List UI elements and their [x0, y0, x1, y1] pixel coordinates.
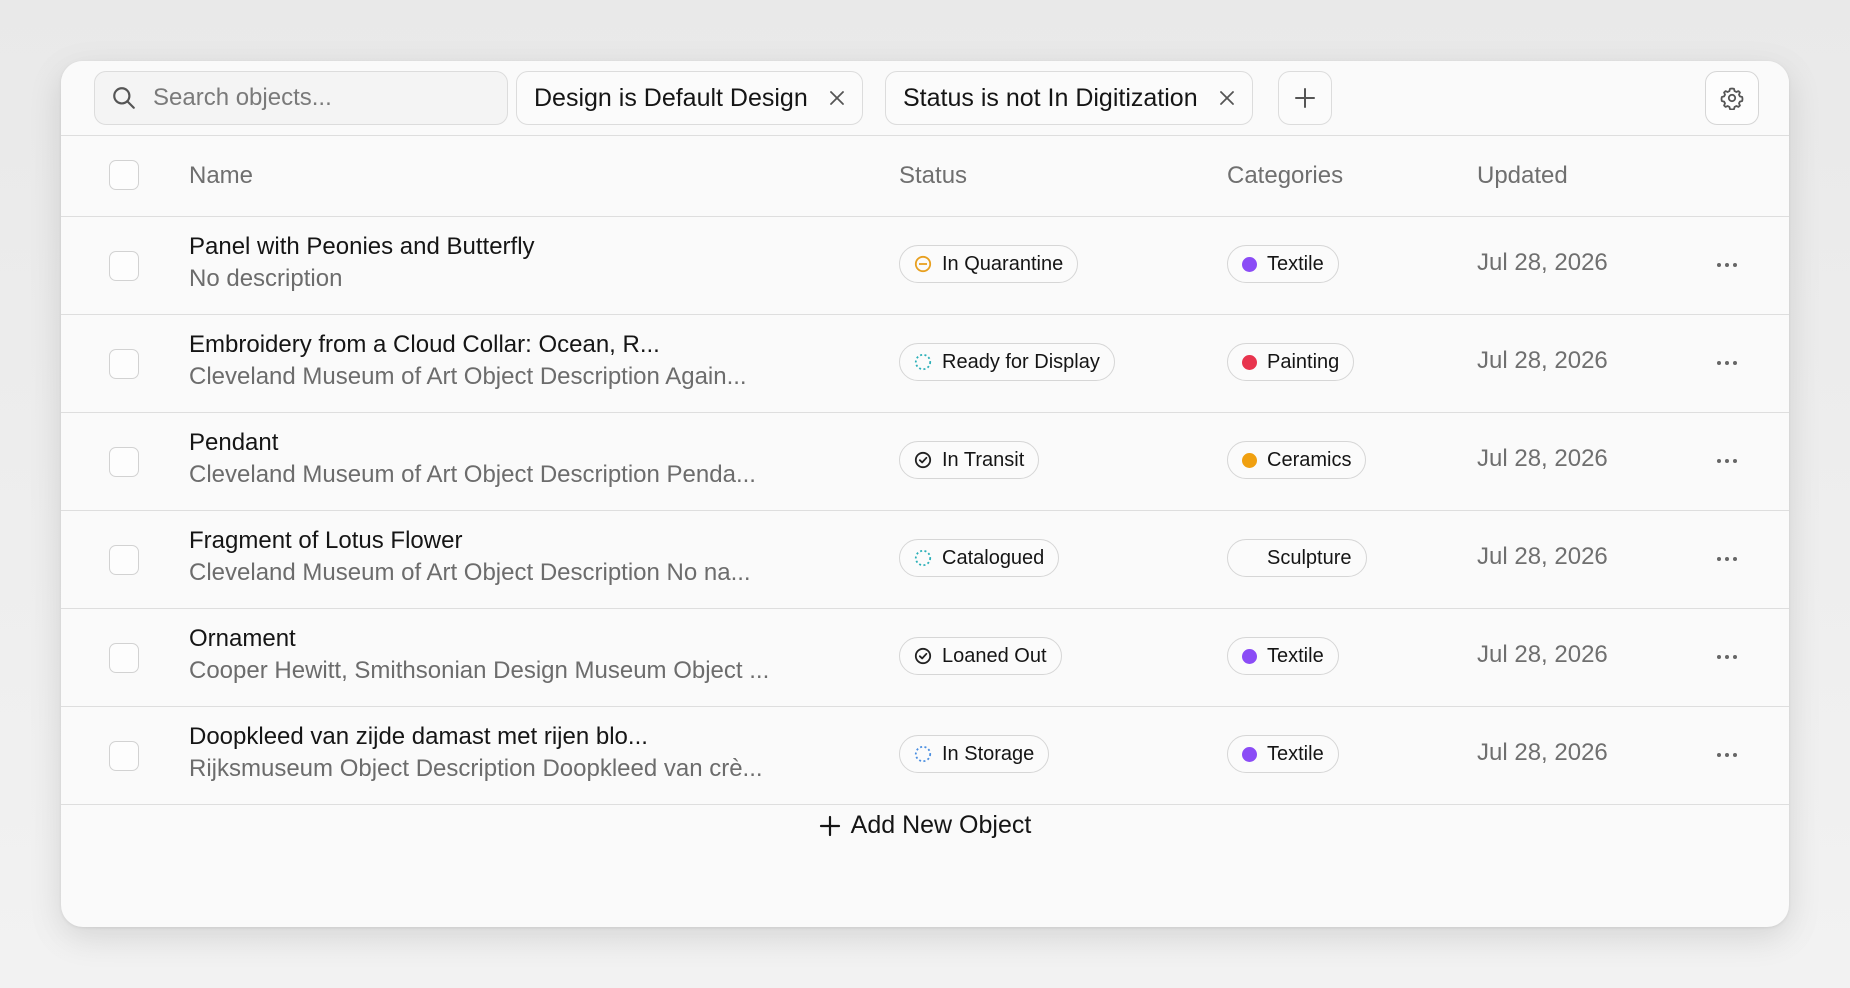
add-new-object-button[interactable]: Add New Object	[819, 811, 1032, 840]
plus-icon	[1295, 88, 1315, 108]
updated-date: Jul 28, 2026	[1477, 445, 1608, 472]
column-header-status[interactable]: Status	[899, 162, 967, 190]
status-label: In Transit	[942, 448, 1025, 471]
table-row[interactable]: Doopkleed van zijde damast met rijen blo…	[61, 707, 1789, 805]
category-color-dot	[1242, 354, 1257, 370]
updated-date: Jul 28, 2026	[1477, 543, 1608, 570]
search-input[interactable]	[151, 83, 485, 113]
updated-date: Jul 28, 2026	[1477, 249, 1608, 276]
column-header-updated[interactable]: Updated	[1477, 162, 1568, 190]
category-label: Sculpture	[1267, 546, 1352, 569]
status-label: Ready for Display	[942, 350, 1100, 373]
column-header-name[interactable]: Name	[189, 162, 253, 190]
more-options-icon[interactable]	[1715, 351, 1739, 375]
status-label: In Storage	[942, 742, 1035, 765]
status-label: Loaned Out	[942, 644, 1047, 667]
category-label: Ceramics	[1267, 448, 1352, 471]
search-box[interactable]	[94, 71, 508, 125]
table-row[interactable]: Panel with Peonies and Butterfly No desc…	[61, 217, 1789, 315]
status-badge[interactable]: In Transit	[899, 441, 1040, 479]
status-badge[interactable]: Catalogued	[899, 539, 1060, 577]
column-header-categories[interactable]: Categories	[1227, 162, 1343, 190]
add-object-row: Add New Object	[61, 811, 1789, 840]
status-badge[interactable]: Ready for Display	[899, 343, 1115, 381]
category-color-dot	[1242, 648, 1257, 664]
object-description: Cleveland Museum of Art Object Descripti…	[189, 363, 747, 390]
table-row[interactable]: Fragment of Lotus Flower Cleveland Museu…	[61, 511, 1789, 609]
object-title[interactable]: Doopkleed van zijde damast met rijen blo…	[189, 723, 648, 751]
row-checkbox[interactable]	[109, 643, 139, 673]
updated-date: Jul 28, 2026	[1477, 739, 1608, 766]
category-color-dot	[1242, 256, 1257, 272]
add-filter-button[interactable]	[1278, 71, 1332, 125]
more-options-icon[interactable]	[1715, 743, 1739, 767]
filter-chip-label: Design is Default Design	[534, 83, 808, 112]
category-badge[interactable]: Painting	[1227, 343, 1355, 381]
more-options-icon[interactable]	[1715, 449, 1739, 473]
object-title[interactable]: Fragment of Lotus Flower	[189, 527, 462, 555]
object-title[interactable]: Pendant	[189, 429, 278, 457]
object-description: Cooper Hewitt, Smithsonian Design Museum…	[189, 657, 770, 684]
category-color-dot	[1242, 452, 1257, 468]
more-options-icon[interactable]	[1715, 547, 1739, 571]
category-label: Textile	[1267, 742, 1324, 765]
gear-icon	[1720, 87, 1744, 110]
dotted-circle-icon	[914, 549, 932, 567]
updated-date: Jul 28, 2026	[1477, 641, 1608, 668]
objects-table-card: Design is Default Design Status is not I…	[61, 61, 1789, 927]
status-label: In Quarantine	[942, 252, 1064, 275]
object-description: Cleveland Museum of Art Object Descripti…	[189, 559, 751, 586]
table-row[interactable]: Ornament Cooper Hewitt, Smithsonian Desi…	[61, 609, 1789, 707]
object-title[interactable]: Panel with Peonies and Butterfly	[189, 233, 535, 261]
category-label: Painting	[1267, 350, 1340, 373]
table-header: Name Status Categories Updated	[61, 136, 1789, 217]
add-new-object-label: Add New Object	[850, 811, 1032, 839]
category-badge[interactable]: Textile	[1227, 735, 1339, 773]
category-badge[interactable]: Ceramics	[1227, 441, 1367, 479]
dotted-circle-icon	[914, 745, 932, 763]
object-description: Cleveland Museum of Art Object Descripti…	[189, 461, 756, 488]
more-options-icon[interactable]	[1715, 253, 1739, 277]
category-label: Textile	[1267, 252, 1324, 275]
filter-chip-label: Status is not In Digitization	[903, 83, 1198, 112]
category-badge[interactable]: Sculpture	[1227, 539, 1367, 577]
status-badge[interactable]: Loaned Out	[899, 637, 1062, 675]
status-badge[interactable]: In Storage	[899, 735, 1050, 773]
category-badge[interactable]: Textile	[1227, 245, 1339, 283]
row-checkbox[interactable]	[109, 251, 139, 281]
plus-icon	[819, 815, 840, 836]
row-checkbox[interactable]	[109, 741, 139, 771]
object-title[interactable]: Ornament	[189, 625, 296, 653]
object-title[interactable]: Embroidery from a Cloud Collar: Ocean, R…	[189, 331, 660, 359]
check-circle-icon	[914, 647, 932, 665]
settings-button[interactable]	[1705, 71, 1759, 125]
dotted-circle-icon	[914, 353, 932, 371]
search-icon	[113, 87, 135, 109]
updated-date: Jul 28, 2026	[1477, 347, 1608, 374]
status-label: Catalogued	[942, 546, 1045, 569]
row-checkbox[interactable]	[109, 447, 139, 477]
category-color-dot	[1242, 551, 1257, 566]
object-description: No description	[189, 265, 343, 292]
select-all-checkbox[interactable]	[109, 160, 139, 190]
quarantine-icon	[914, 255, 932, 273]
more-options-icon[interactable]	[1715, 645, 1739, 669]
row-checkbox[interactable]	[109, 545, 139, 575]
category-color-dot	[1242, 746, 1257, 762]
check-circle-icon	[914, 451, 932, 469]
category-label: Textile	[1267, 644, 1324, 667]
filter-toolbar: Design is Default Design Status is not I…	[61, 61, 1789, 136]
category-badge[interactable]: Textile	[1227, 637, 1339, 675]
table-row[interactable]: Pendant Cleveland Museum of Art Object D…	[61, 413, 1789, 511]
filter-chip-status[interactable]: Status is not In Digitization	[885, 71, 1253, 125]
table-row[interactable]: Embroidery from a Cloud Collar: Ocean, R…	[61, 315, 1789, 413]
status-badge[interactable]: In Quarantine	[899, 245, 1079, 283]
close-icon[interactable]	[1216, 87, 1238, 109]
row-checkbox[interactable]	[109, 349, 139, 379]
filter-chip-design[interactable]: Design is Default Design	[516, 71, 863, 125]
close-icon[interactable]	[826, 87, 848, 109]
object-description: Rijksmuseum Object Description Doopkleed…	[189, 755, 763, 782]
